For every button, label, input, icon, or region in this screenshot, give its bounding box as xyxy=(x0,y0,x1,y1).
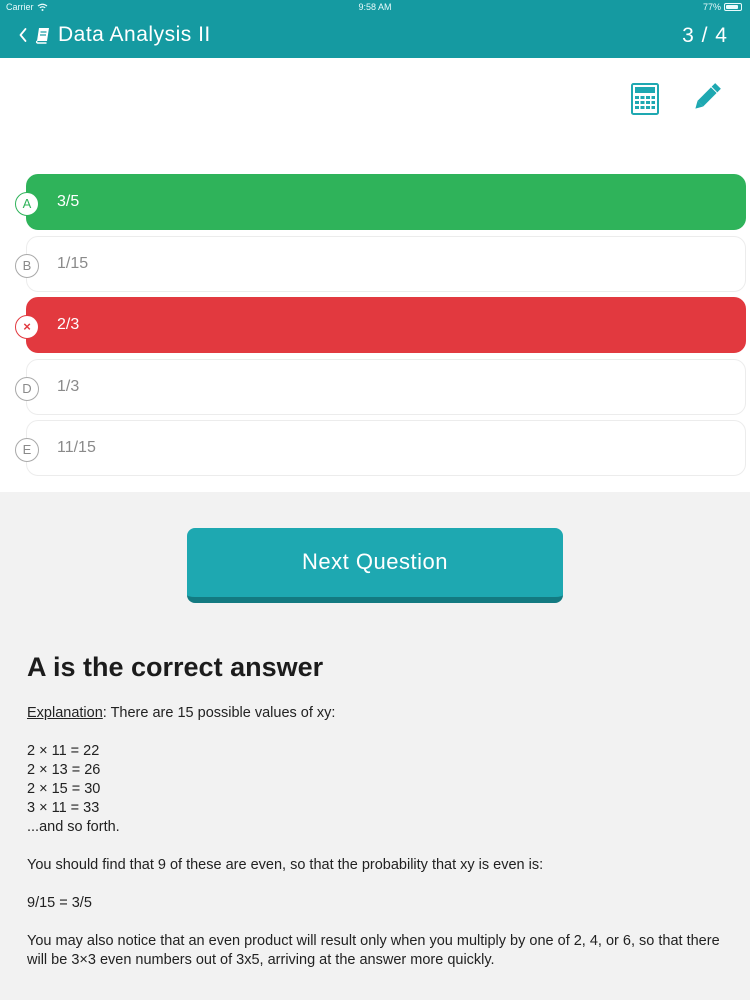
choice-e-badge: E xyxy=(15,438,39,462)
choice-b[interactable]: 1/15 xyxy=(26,236,746,292)
explanation-intro: Explanation: There are 15 possible value… xyxy=(27,704,727,723)
explanation-formula: 9/15 = 3/5 xyxy=(27,895,92,911)
pencil-button[interactable] xyxy=(690,82,724,116)
back-button[interactable]: Data Analysis II xyxy=(18,23,211,47)
explanation: Explanation: There are 15 possible value… xyxy=(27,704,727,989)
status-time: 9:58 AM xyxy=(358,2,392,12)
choice-b-badge: B xyxy=(15,254,39,278)
choice-d-text: 1/3 xyxy=(57,378,80,395)
calculator-icon xyxy=(631,83,659,115)
nav-bar: Data Analysis II 3 / 4 xyxy=(0,16,750,58)
question-counter: 3 / 4 xyxy=(682,24,728,47)
explanation-intro-text: : There are 15 possible values of xy: xyxy=(102,705,336,721)
book-icon xyxy=(35,28,49,44)
calc-line: ...and so forth. xyxy=(27,819,120,835)
choice-a-text: 3/5 xyxy=(57,193,80,210)
result-heading: A is the correct answer xyxy=(27,652,324,682)
choice-d-badge: D xyxy=(15,377,39,401)
battery-group: 77% xyxy=(703,2,742,12)
choice-c[interactable]: 2/3 xyxy=(26,297,746,353)
choice-c-text: 2/3 xyxy=(57,316,80,333)
choice-e-text: 11/15 xyxy=(57,439,96,456)
choice-a[interactable]: 3/5 xyxy=(26,174,746,230)
question-panel: 3/5 A 1/15 B 2/3 × 1/3 D 11/15 E xyxy=(0,58,750,492)
calc-line: 2 × 15 = 30 xyxy=(27,781,101,797)
page-title: Data Analysis II xyxy=(58,23,211,46)
choice-e[interactable]: 11/15 xyxy=(26,420,746,476)
battery-percent: 77% xyxy=(702,2,721,12)
calculation-list: 2 × 11 = 22 2 × 13 = 26 2 × 15 = 30 3 × … xyxy=(27,742,727,837)
choice-d[interactable]: 1/3 xyxy=(26,359,746,415)
calc-line: 2 × 11 = 22 xyxy=(27,743,100,759)
calc-line: 2 × 13 = 26 xyxy=(27,762,101,778)
chevron-left-icon xyxy=(19,28,27,42)
pencil-icon xyxy=(695,83,721,109)
next-question-button[interactable]: Next Question xyxy=(187,528,563,603)
choice-b-text: 1/15 xyxy=(57,255,89,272)
choice-a-badge: A xyxy=(15,192,39,216)
explanation-label: Explanation xyxy=(27,705,103,721)
wrong-mark-icon: × xyxy=(15,315,39,339)
explanation-paragraph: You may also notice that an even product… xyxy=(27,933,720,968)
battery-icon xyxy=(724,3,742,11)
calculator-button[interactable] xyxy=(628,82,662,116)
calc-line: 3 × 11 = 33 xyxy=(27,800,100,816)
status-bar: Carrier 9:58 AM 77% xyxy=(0,0,750,16)
explanation-paragraph: You should find that 9 of these are even… xyxy=(27,857,544,873)
